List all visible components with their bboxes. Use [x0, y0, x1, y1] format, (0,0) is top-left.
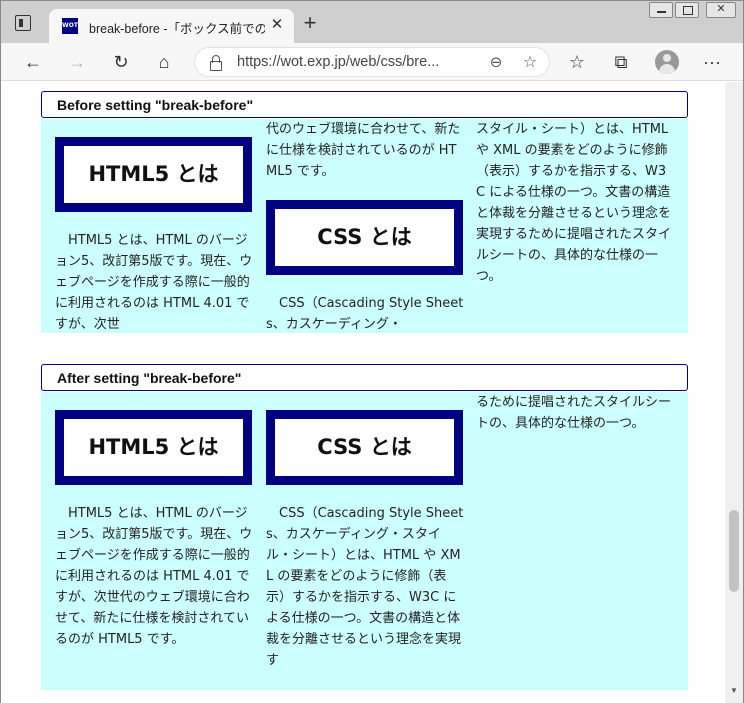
- before-col3-text: スタイル・シート）とは、HTML や XML の要素をどのように修飾（表示）する…: [476, 122, 672, 284]
- home-button[interactable]: ⌂: [151, 49, 177, 75]
- page-viewport: Before setting "break-before" HTML5 とは H…: [1, 82, 725, 703]
- tab-close-icon[interactable]: ✕: [268, 16, 286, 34]
- url-text[interactable]: https://wot.exp.jp/web/css/bre...: [237, 54, 469, 72]
- before-heading: Before setting "break-before": [41, 91, 688, 118]
- after-demo-area: HTML5 とは HTML5 とは、HTML のバージョン5、改訂第5版です。現…: [41, 392, 688, 690]
- close-window-button[interactable]: [706, 2, 736, 18]
- scroll-down-arrow-icon[interactable]: ▼: [729, 686, 739, 696]
- scrollbar-thumb[interactable]: [729, 510, 739, 592]
- forward-button[interactable]: →: [64, 49, 90, 75]
- before-col1-text: HTML5 とは、HTML のバージョン5、改訂第5版です。現在、ウェブページを…: [55, 233, 253, 332]
- active-tab[interactable]: WOT break-before -「ボックス前でのカラム」 ✕: [49, 9, 294, 43]
- profile-avatar[interactable]: [655, 50, 679, 74]
- back-button[interactable]: ←: [20, 49, 46, 75]
- before-col2-top-text: 代のウェブ環境に合わせて、新たに仕様を検討されているのが HTML5 です。: [266, 122, 461, 179]
- site-favicon-icon: WOT: [62, 18, 78, 34]
- refresh-button[interactable]: ↻: [108, 49, 134, 75]
- after-col2-text: CSS（Cascading Style Sheets、カスケーディング・スタイル…: [266, 506, 464, 668]
- minimize-button[interactable]: [649, 2, 673, 18]
- before-css-box: CSS とは: [266, 200, 463, 275]
- navigation-toolbar: ← → ↻ ⌂ https://wot.exp.jp/web/css/bre..…: [1, 43, 743, 81]
- after-html5-box: HTML5 とは: [55, 410, 252, 485]
- maximize-button[interactable]: [675, 2, 699, 18]
- before-html5-box: HTML5 とは: [55, 137, 252, 212]
- after-heading: After setting "break-before": [41, 364, 688, 391]
- tab-actions-icon[interactable]: [15, 15, 31, 31]
- window-controls: [649, 2, 739, 18]
- after-css-box: CSS とは: [266, 410, 463, 485]
- favorites-button[interactable]: ☆: [564, 49, 590, 75]
- address-bar[interactable]: https://wot.exp.jp/web/css/bre... ⊖ ☆: [194, 47, 550, 77]
- before-demo-area: HTML5 とは HTML5 とは、HTML のバージョン5、改訂第5版です。現…: [41, 119, 688, 333]
- browser-window: WOT break-before -「ボックス前でのカラム」 ✕ + ← → ↻…: [0, 0, 744, 703]
- settings-more-button[interactable]: ···: [699, 49, 725, 75]
- vertical-scrollbar[interactable]: ▼: [725, 82, 743, 703]
- new-tab-button[interactable]: +: [299, 12, 321, 35]
- after-col1-text: HTML5 とは、HTML のバージョン5、改訂第5版です。現在、ウェブページを…: [55, 506, 253, 647]
- add-favorite-icon[interactable]: ☆: [519, 52, 541, 74]
- zoom-out-icon[interactable]: ⊖: [485, 52, 507, 74]
- tab-strip: WOT break-before -「ボックス前でのカラム」 ✕ +: [1, 1, 743, 43]
- after-col3-text: るために提唱されたスタイルシートの、具体的な仕様の一つ。: [476, 395, 672, 431]
- collections-button[interactable]: ⧉: [608, 49, 634, 75]
- lock-icon[interactable]: [209, 55, 223, 71]
- tab-title: break-before -「ボックス前でのカラム」: [89, 22, 265, 36]
- before-col2-bottom-text: CSS（Cascading Style Sheets、カスケーディング・: [266, 296, 464, 332]
